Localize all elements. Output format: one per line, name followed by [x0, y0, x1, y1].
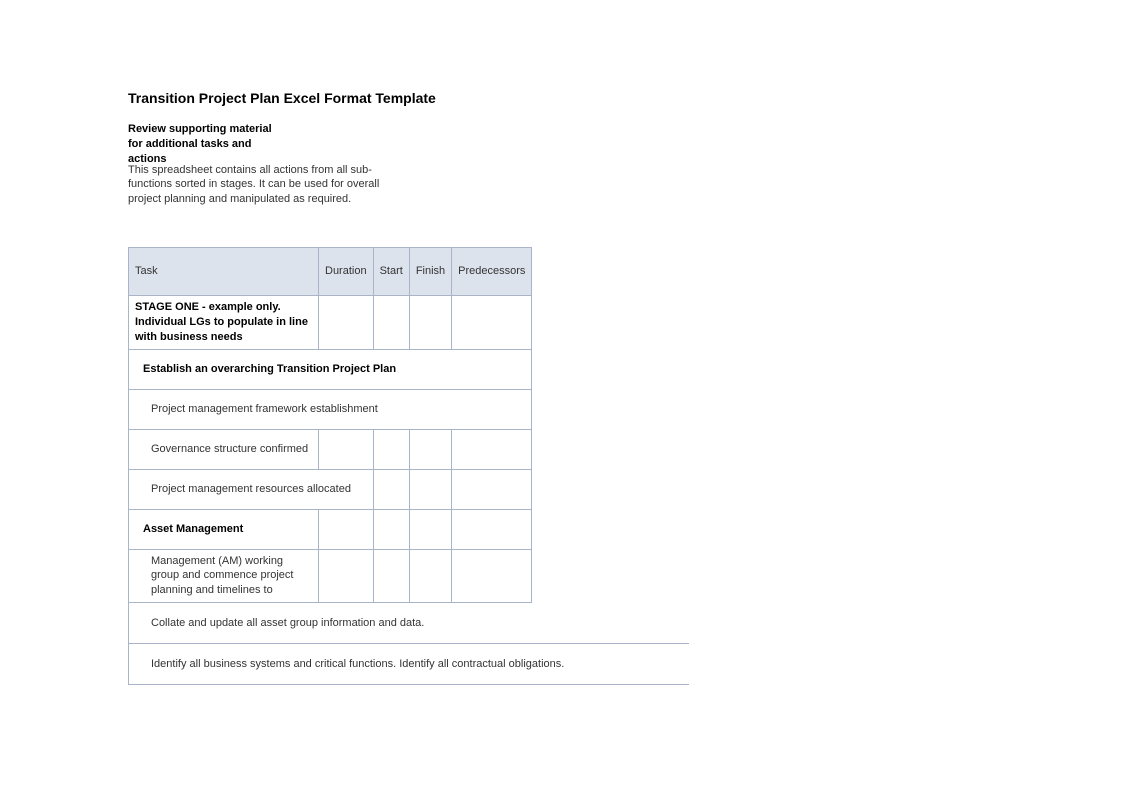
table-row: Management (AM) working group and commen…	[129, 549, 532, 603]
cell-empty	[452, 429, 532, 469]
cell-empty	[452, 549, 532, 603]
cell-empty	[452, 509, 532, 549]
cell-sub1: Project management framework establishme…	[129, 389, 532, 429]
table-row-section: Asset Management	[129, 509, 532, 549]
page-title: Transition Project Plan Excel Format Tem…	[128, 90, 698, 106]
cell-sub3: Project management resources allocated	[129, 469, 374, 509]
cell-empty	[319, 296, 374, 350]
cell-empty	[373, 549, 409, 603]
cell-empty	[373, 509, 409, 549]
table-row: Project management resources allocated	[129, 469, 532, 509]
table-row-stage: STAGE ONE - example only. Individual LGs…	[129, 296, 532, 350]
cell-empty	[409, 429, 451, 469]
col-header-finish: Finish	[409, 248, 451, 296]
overflow-list: Collate and update all asset group infor…	[128, 603, 698, 685]
cell-empty	[452, 469, 532, 509]
cell-empty	[319, 509, 374, 549]
cell-empty	[373, 296, 409, 350]
cell-empty	[452, 296, 532, 350]
cell-sub4: Management (AM) working group and commen…	[129, 549, 319, 603]
cell-empty	[319, 429, 374, 469]
cell-stage-task: STAGE ONE - example only. Individual LGs…	[129, 296, 319, 350]
cell-empty	[409, 549, 451, 603]
description-text: This spreadsheet contains all actions fr…	[128, 163, 398, 208]
col-header-predecessors: Predecessors	[452, 248, 532, 296]
cell-empty	[409, 509, 451, 549]
cell-empty	[409, 296, 451, 350]
table-row-section: Establish an overarching Transition Proj…	[129, 349, 532, 389]
table-row: Governance structure confirmed	[129, 429, 532, 469]
col-header-start: Start	[373, 248, 409, 296]
col-header-duration: Duration	[319, 248, 374, 296]
list-item: Identify all business systems and critic…	[129, 644, 689, 685]
subtitle: Review supporting material for additiona…	[128, 122, 283, 167]
plan-table-wrap: Task Duration Start Finish Predecessors …	[128, 247, 698, 685]
cell-empty	[373, 469, 409, 509]
plan-table: Task Duration Start Finish Predecessors …	[128, 247, 532, 603]
col-header-task: Task	[129, 248, 319, 296]
cell-sub2: Governance structure confirmed	[129, 429, 319, 469]
cell-empty	[409, 469, 451, 509]
table-row: Project management framework establishme…	[129, 389, 532, 429]
cell-section2: Asset Management	[129, 509, 319, 549]
list-item: Collate and update all asset group infor…	[129, 603, 689, 644]
document-container: Transition Project Plan Excel Format Tem…	[128, 90, 698, 685]
cell-section1: Establish an overarching Transition Proj…	[129, 349, 532, 389]
cell-empty	[319, 549, 374, 603]
cell-empty	[373, 429, 409, 469]
table-header-row: Task Duration Start Finish Predecessors	[129, 248, 532, 296]
